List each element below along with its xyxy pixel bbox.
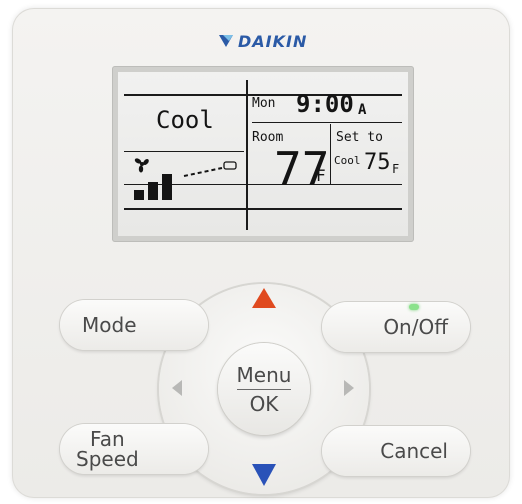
lcd-setpoint: 75 [364, 150, 391, 175]
ok-label: OK [249, 391, 279, 416]
mode-button[interactable]: Mode [60, 300, 208, 350]
lcd-setpoint-divider [330, 124, 331, 184]
on-off-button[interactable]: On/Off [322, 302, 470, 352]
mode-button-label: Mode [82, 313, 137, 337]
fan-speed-bars-icon [134, 174, 172, 200]
up-arrow-button[interactable] [250, 286, 278, 310]
fan-icon [134, 158, 149, 173]
lcd-setpoint-unit: F [392, 162, 400, 176]
lcd-divider [246, 80, 248, 230]
airflow-direction-icon [183, 161, 237, 177]
lcd-display: Cool Mon 9:00 A Room 77 F Set to Cool 75… [118, 72, 408, 236]
cancel-button-label: Cancel [380, 439, 448, 463]
lcd-room-unit: F [316, 166, 326, 185]
lcd-day: Mon [252, 96, 276, 111]
menu-ok-button[interactable]: Menu OK [218, 343, 310, 435]
left-arrow-button[interactable] [168, 378, 186, 398]
on-off-button-label: On/Off [383, 315, 448, 339]
fan-speed-button[interactable]: Fan Speed [60, 424, 208, 474]
lcd-bottom-line [124, 208, 402, 210]
power-led-indicator [409, 304, 419, 310]
daikin-logo: DAIKIN [218, 30, 307, 52]
right-arrow-icon [344, 380, 354, 396]
lcd-setto-mode: Cool [334, 154, 361, 167]
left-arrow-icon [172, 380, 182, 396]
menu-ok-separator [237, 388, 291, 390]
fan-speed-button-label: Fan Speed [76, 429, 139, 469]
down-arrow-icon [252, 464, 276, 486]
lcd-time-ampm: A [358, 102, 367, 118]
brand-name: DAIKIN [238, 31, 308, 51]
lcd-fan-status [134, 158, 237, 200]
fan-speed-label-line2: Speed [76, 447, 139, 471]
up-arrow-icon [252, 288, 276, 308]
cancel-button[interactable]: Cancel [322, 426, 470, 476]
lcd-mode-underline [124, 151, 244, 152]
daikin-logo-mark [219, 35, 233, 47]
down-arrow-button[interactable] [250, 460, 278, 488]
lcd-time-underline [252, 122, 402, 123]
lcd-setto-label: Set to [336, 130, 383, 145]
fan-speed-label-line1: Fan [90, 427, 125, 451]
menu-label: Menu [236, 362, 292, 387]
right-arrow-button[interactable] [340, 378, 358, 398]
lcd-mode: Cool [156, 106, 214, 134]
lcd-time: 9:00 [296, 90, 354, 118]
